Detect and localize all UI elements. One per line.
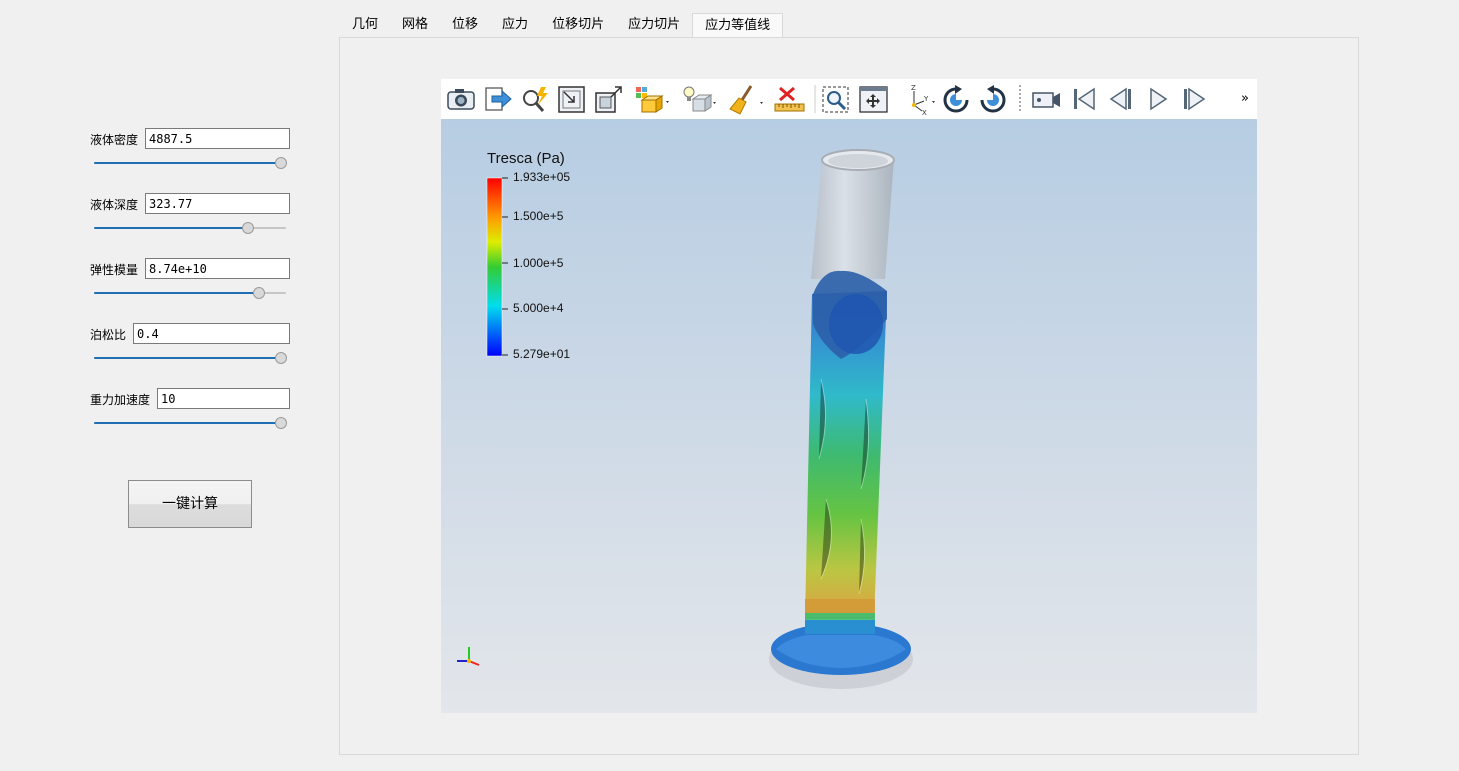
svg-text:X: X [922, 109, 927, 117]
rotate-cw-icon[interactable] [943, 85, 969, 113]
ruler-icon[interactable] [774, 86, 805, 112]
tab-stress[interactable]: 应力 [490, 13, 540, 37]
poisson-ratio-slider[interactable] [94, 352, 287, 364]
slider-fill [94, 292, 259, 294]
legend-tick-min: 5.279e+01 [513, 347, 571, 361]
density-label: 液体密度 [90, 133, 139, 147]
paraview-viewer: Z Y X » Tresca (Pa) 1.933e+05 1.500e+5 1… [441, 79, 1257, 713]
legend-tick-150k: 1.500e+5 [513, 209, 564, 223]
tab-geometry[interactable]: 几何 [340, 13, 390, 37]
svg-text:Z: Z [911, 84, 916, 92]
tab-displacement-slice[interactable]: 位移切片 [540, 13, 616, 37]
axes-orientation-icon[interactable]: Z Y X [911, 84, 935, 117]
density-slider[interactable] [94, 157, 287, 169]
previous-frame-icon[interactable] [1109, 87, 1131, 111]
query-icon[interactable] [523, 87, 548, 112]
gravity-input[interactable]: 10 [157, 388, 290, 409]
elastic-modulus-slider[interactable] [94, 287, 286, 299]
elastic-modulus-input[interactable]: 8.74e+10 [145, 258, 290, 279]
depth-label: 液体深度 [90, 198, 139, 212]
camera-icon[interactable] [447, 89, 475, 110]
slider-fill [94, 162, 280, 164]
clear-icon[interactable] [729, 85, 763, 115]
colorbar [486, 177, 503, 357]
cylinder-model [769, 149, 913, 689]
zoom-to-data-icon[interactable] [595, 86, 622, 113]
representation-icon[interactable] [636, 87, 669, 113]
slider-fill [94, 227, 248, 229]
next-frame-icon[interactable] [1184, 87, 1206, 111]
gravity-slider[interactable] [94, 417, 287, 429]
tab-displacement[interactable]: 位移 [440, 13, 490, 37]
poisson-ratio-label: 泊松比 [90, 328, 127, 342]
svg-text:Y: Y [923, 95, 929, 103]
pan-icon[interactable] [859, 86, 888, 113]
camera-record-icon[interactable] [1032, 92, 1060, 108]
viewer-toolbar: Z Y X » [441, 79, 1257, 119]
export-icon[interactable] [485, 87, 512, 111]
legend-tick-max: 1.933e+05 [513, 170, 571, 184]
slider-handle[interactable] [275, 157, 287, 169]
play-icon[interactable] [1150, 87, 1168, 111]
elastic-modulus-label: 弹性模量 [90, 263, 139, 277]
depth-input[interactable]: 323.77 [145, 193, 290, 214]
slider-handle[interactable] [275, 352, 287, 364]
tab-stress-slice[interactable]: 应力切片 [616, 13, 692, 37]
tab-stress-contour[interactable]: 应力等值线 [692, 13, 784, 37]
legend-tick-50k: 5.000e+4 [513, 301, 564, 315]
slider-fill [94, 357, 280, 359]
depth-slider[interactable] [94, 222, 286, 234]
calculate-button[interactable]: 一键计算 [128, 480, 252, 528]
legend-tick-100k: 1.000e+5 [513, 256, 564, 270]
tab-mesh[interactable]: 网格 [390, 13, 440, 37]
first-frame-icon[interactable] [1074, 87, 1095, 111]
slider-handle[interactable] [242, 222, 255, 234]
density-input[interactable]: 4887.5 [145, 128, 290, 149]
poisson-ratio-input[interactable]: 0.4 [133, 323, 290, 344]
slider-fill [94, 422, 280, 424]
zoom-to-box-icon[interactable] [822, 86, 849, 113]
slider-handle[interactable] [275, 417, 287, 429]
render-view[interactable]: Tresca (Pa) 1.933e+05 1.500e+5 1.000e+5 … [441, 119, 1257, 713]
lighting-icon[interactable] [683, 86, 716, 112]
orientation-axes [457, 647, 480, 666]
reset-camera-icon[interactable] [558, 86, 585, 113]
rotate-ccw-icon[interactable] [980, 85, 1006, 113]
tab-bar: 几何 网格 位移 应力 位移切片 应力切片 应力等值线 [340, 13, 784, 37]
slider-handle[interactable] [253, 287, 266, 299]
gravity-label: 重力加速度 [90, 393, 151, 407]
legend-title: Tresca (Pa) [487, 150, 565, 167]
more-tools-button[interactable]: » [1241, 91, 1249, 106]
